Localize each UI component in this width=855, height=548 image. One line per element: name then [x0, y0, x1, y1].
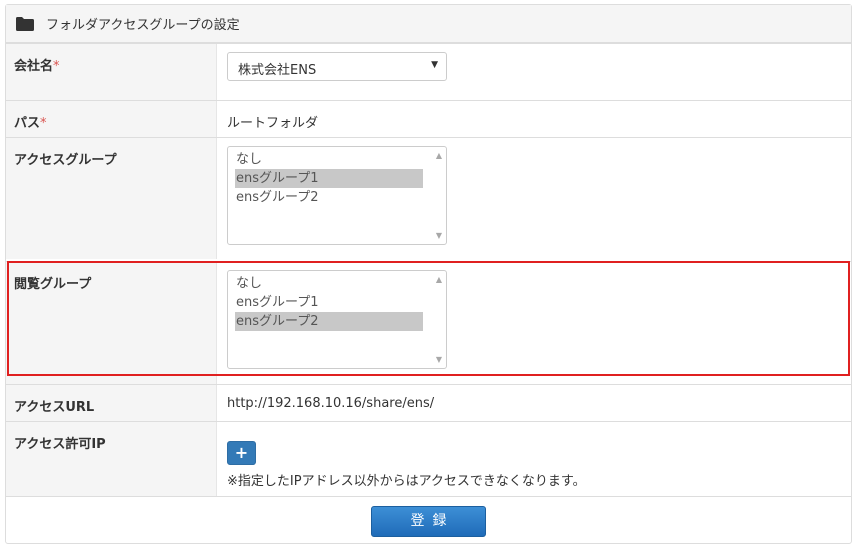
access-url-label: アクセスURL [6, 385, 217, 421]
allowed-ip-row: アクセス許可IP + ※指定したIPアドレス以外からはアクセスできなくなります。 [6, 421, 851, 496]
form-footer: 登録 [6, 496, 851, 543]
access-url-row: アクセスURL http://192.168.10.16/share/ens/ [6, 384, 851, 421]
required-mark: * [53, 59, 60, 74]
folder-icon [16, 16, 34, 31]
company-select-value: 株式会社ENS [238, 63, 317, 78]
access-url-value: http://192.168.10.16/share/ens/ [227, 396, 435, 411]
access-url-value-cell: http://192.168.10.16/share/ens/ [218, 385, 851, 421]
access-group-row: アクセスグループ なし ensグループ1 ensグループ2 ▲ ▼ [6, 137, 851, 259]
folder-access-group-panel: フォルダアクセスグループの設定 会社名* 株式会社ENS ▼ パス* ルートフォ… [5, 4, 852, 544]
company-label-text: 会社名 [14, 59, 54, 74]
access-group-label: アクセスグループ [6, 138, 217, 259]
allowed-ip-note: ※指定したIPアドレス以外からはアクセスできなくなります。 [227, 474, 586, 489]
path-value-cell: ルートフォルダ [218, 101, 851, 137]
required-mark: * [40, 116, 47, 131]
company-select[interactable]: 株式会社ENS ▼ [227, 52, 447, 81]
path-value: ルートフォルダ [227, 116, 319, 131]
allowed-ip-label: アクセス許可IP [6, 422, 217, 496]
company-label: 会社名* [6, 44, 217, 100]
access-group-value-cell: なし ensグループ1 ensグループ2 ▲ ▼ [218, 138, 851, 259]
list-option[interactable]: ensグループ2 [235, 188, 423, 207]
scroll-up-icon[interactable]: ▲ [436, 151, 442, 160]
scroll-down-icon[interactable]: ▼ [436, 231, 442, 240]
list-option[interactable]: なし [235, 150, 423, 169]
panel-title: フォルダアクセスグループの設定 [46, 18, 240, 33]
access-group-listbox[interactable]: なし ensグループ1 ensグループ2 ▲ ▼ [227, 146, 447, 245]
allowed-ip-value-cell: + ※指定したIPアドレス以外からはアクセスできなくなります。 [218, 422, 851, 496]
company-value-cell: 株式会社ENS ▼ [218, 44, 851, 100]
submit-button[interactable]: 登録 [371, 506, 486, 537]
path-row: パス* ルートフォルダ [6, 100, 851, 137]
add-ip-button[interactable]: + [227, 441, 256, 465]
list-option[interactable]: ensグループ1 [235, 169, 423, 188]
highlight-frame [7, 261, 850, 376]
company-row: 会社名* 株式会社ENS ▼ [6, 43, 851, 100]
panel-heading: フォルダアクセスグループの設定 [6, 5, 851, 43]
path-label-text: パス [14, 116, 41, 131]
chevron-down-icon: ▼ [431, 60, 438, 70]
path-label: パス* [6, 101, 217, 137]
